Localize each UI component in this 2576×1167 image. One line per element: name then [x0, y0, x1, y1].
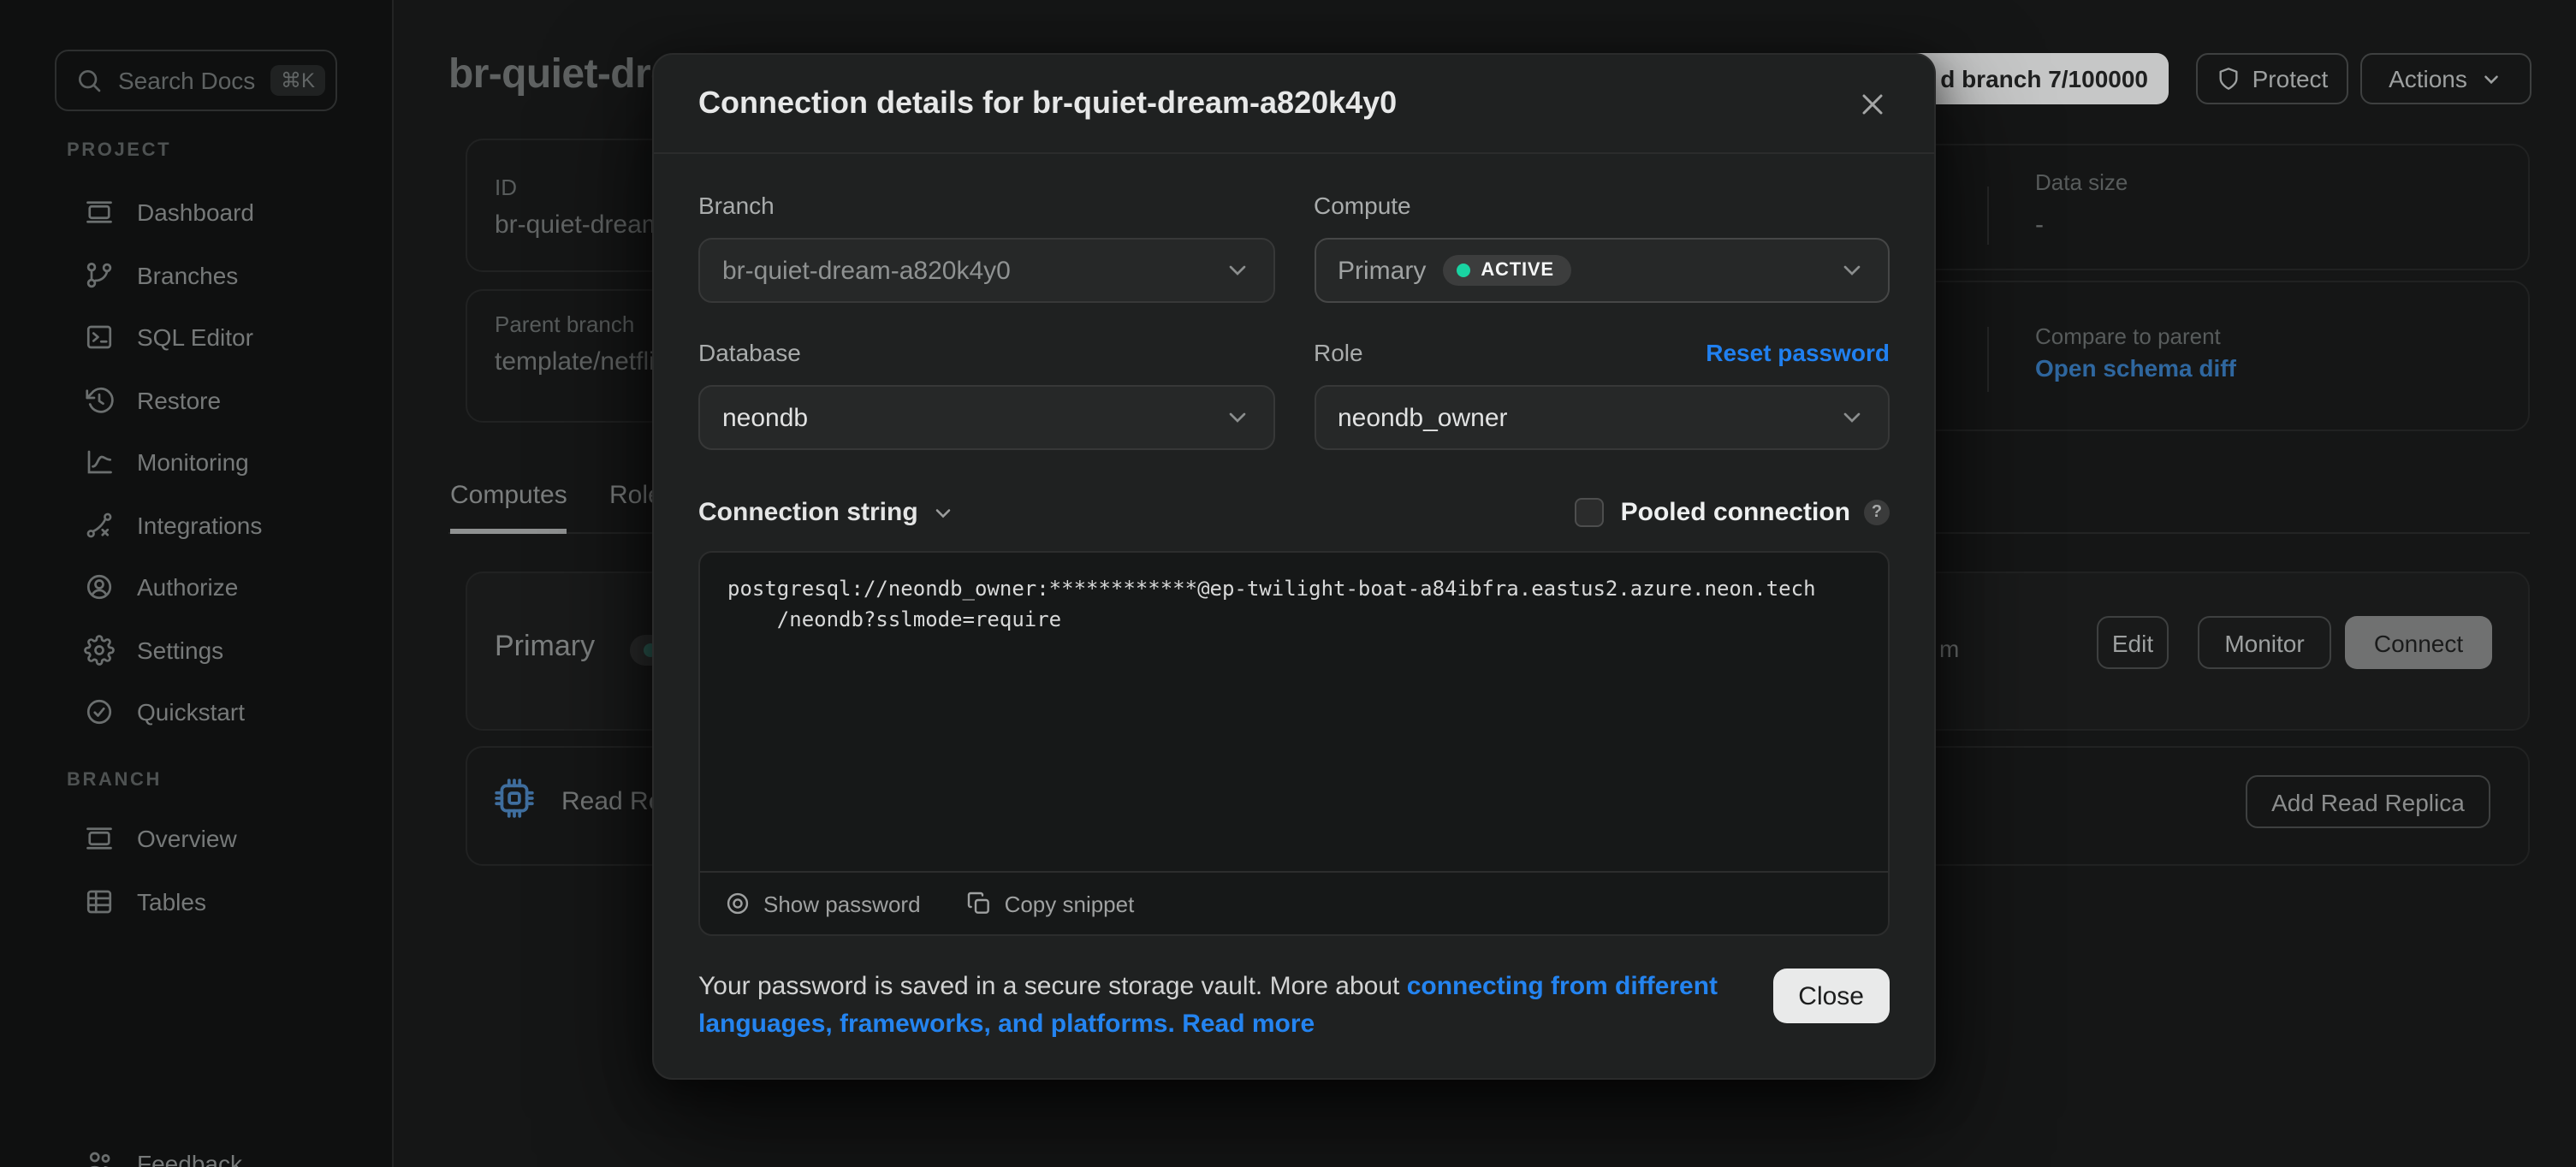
compute-field: Compute Primary ACTIVE	[1314, 190, 1890, 303]
search-placeholder: Search Docs	[118, 67, 270, 94]
monitor-button[interactable]: Monitor	[2198, 616, 2331, 669]
project-nav: Dashboard Branches SQL Editor Restore Mo…	[0, 181, 394, 743]
tab-computes[interactable]: Computes	[450, 481, 567, 510]
read-more-link[interactable]: Read more	[1182, 1009, 1315, 1038]
sidebar-item-tables[interactable]: Tables	[0, 870, 394, 933]
sidebar: Search Docs ⌘K PROJECT Dashboard Branche…	[0, 0, 394, 1167]
close-icon[interactable]	[1855, 86, 1890, 121]
database-field: Database neondb	[698, 337, 1274, 450]
pooled-connection-option: Pooled connection ?	[1575, 498, 1890, 527]
workflow-icon	[84, 510, 115, 541]
connection-string-box: postgresql://neondb_owner:************@e…	[698, 551, 1890, 936]
role-select[interactable]: neondb_owner	[1314, 385, 1890, 450]
data-size-value: -	[2035, 210, 2044, 240]
help-icon[interactable]: ?	[1864, 500, 1890, 525]
connection-string-value: postgresql://neondb_owner:************@e…	[700, 553, 1888, 657]
modal-header: Connection details for br-quiet-dream-a8…	[654, 55, 1934, 154]
history-icon	[84, 385, 115, 416]
sidebar-item-dashboard[interactable]: Dashboard	[0, 181, 394, 244]
pooled-connection-label: Pooled connection	[1621, 498, 1850, 527]
active-status-badge: ACTIVE	[1443, 255, 1571, 286]
chevron-down-icon	[1838, 404, 1866, 431]
compare-to-parent-label: Compare to parent	[2035, 323, 2221, 349]
stat-divider	[1987, 327, 1989, 392]
open-schema-diff-link[interactable]: Open schema diff	[2035, 354, 2236, 382]
compute-select[interactable]: Primary ACTIVE	[1314, 238, 1890, 303]
overview-icon	[84, 824, 115, 855]
connection-string-toggle[interactable]: Connection string	[698, 498, 956, 527]
connect-button[interactable]: Connect	[2345, 616, 2492, 669]
close-button[interactable]: Close	[1772, 969, 1890, 1023]
chevron-down-icon	[1223, 257, 1250, 284]
modal-body: Branch br-quiet-dream-a820k4y0 Compute P…	[654, 154, 1934, 1042]
sidebar-item-quickstart[interactable]: Quickstart	[0, 681, 394, 743]
role-label: Role	[1314, 339, 1363, 366]
modal-title: Connection details for br-quiet-dream-a8…	[698, 86, 1855, 121]
gear-icon	[84, 635, 115, 666]
show-password-icon	[724, 890, 751, 917]
sidebar-item-overview[interactable]: Overview	[0, 808, 394, 870]
role-field: Role Reset password neondb_owner	[1314, 337, 1890, 450]
search-icon	[75, 67, 103, 94]
cpu-icon	[493, 777, 536, 820]
users-icon	[84, 1149, 115, 1167]
compute-name: Primary	[495, 630, 595, 664]
app-window: Search Docs ⌘K PROJECT Dashboard Branche…	[0, 0, 2576, 1167]
sidebar-item-branches[interactable]: Branches	[0, 244, 394, 306]
sidebar-item-monitoring[interactable]: Monitoring	[0, 431, 394, 494]
git-branch-icon	[84, 260, 115, 291]
password-vault-note: Your password is saved in a secure stora…	[698, 969, 1760, 1042]
sidebar-item-authorize[interactable]: Authorize	[0, 556, 394, 619]
copy-icon	[965, 890, 993, 917]
edit-button[interactable]: Edit	[2097, 616, 2169, 669]
sidebar-item-integrations[interactable]: Integrations	[0, 494, 394, 556]
pooled-connection-checkbox[interactable]	[1575, 498, 1604, 527]
terminal-icon	[84, 323, 115, 353]
chevron-down-icon	[932, 501, 956, 524]
branch-field: Branch br-quiet-dream-a820k4y0	[698, 190, 1274, 303]
chart-icon	[84, 447, 115, 478]
truncated-compute-text: m	[1939, 635, 1959, 662]
show-password-button[interactable]: Show password	[724, 890, 921, 917]
add-read-replica-button[interactable]: Add Read Replica	[2246, 775, 2490, 828]
reset-password-link[interactable]: Reset password	[1706, 339, 1890, 366]
chevron-down-icon	[1838, 257, 1866, 284]
database-select[interactable]: neondb	[698, 385, 1274, 450]
protect-button[interactable]: Protect	[2196, 53, 2348, 104]
stat-divider	[1987, 187, 1989, 245]
active-tab-indicator	[450, 529, 567, 533]
chevron-down-icon	[1223, 404, 1250, 431]
database-label: Database	[698, 339, 801, 366]
active-status-dot	[1457, 264, 1470, 277]
search-shortcut: ⌘K	[270, 65, 325, 96]
compute-label: Compute	[1314, 192, 1411, 219]
check-circle-icon	[84, 697, 115, 728]
actions-button[interactable]: Actions	[2360, 53, 2531, 104]
branch-nav: Overview Tables	[0, 808, 394, 933]
sidebar-item-sql-editor[interactable]: SQL Editor	[0, 306, 394, 369]
branch-select[interactable]: br-quiet-dream-a820k4y0	[698, 238, 1274, 303]
dashboard-icon	[84, 198, 115, 228]
sidebar-item-feedback[interactable]: Feedback	[0, 1133, 394, 1167]
branch-label: Branch	[698, 192, 775, 219]
code-actions-bar: Show password Copy snippet	[700, 871, 1888, 934]
shield-icon	[2217, 67, 2241, 91]
copy-snippet-button[interactable]: Copy snippet	[965, 890, 1135, 917]
modal-footer: Your password is saved in a secure stora…	[698, 969, 1890, 1042]
chevron-down-icon	[2481, 68, 2503, 90]
branch-section-label: BRANCH	[67, 770, 162, 791]
sidebar-item-settings[interactable]: Settings	[0, 619, 394, 681]
sidebar-footer: Feedback	[0, 1133, 394, 1167]
sidebar-item-restore[interactable]: Restore	[0, 369, 394, 431]
data-size-label: Data size	[2035, 169, 2128, 195]
project-section-label: PROJECT	[67, 140, 171, 161]
table-icon	[84, 886, 115, 917]
search-input[interactable]: Search Docs ⌘K	[55, 50, 337, 111]
user-circle-icon	[84, 572, 115, 603]
connection-details-modal: Connection details for br-quiet-dream-a8…	[652, 53, 1936, 1080]
